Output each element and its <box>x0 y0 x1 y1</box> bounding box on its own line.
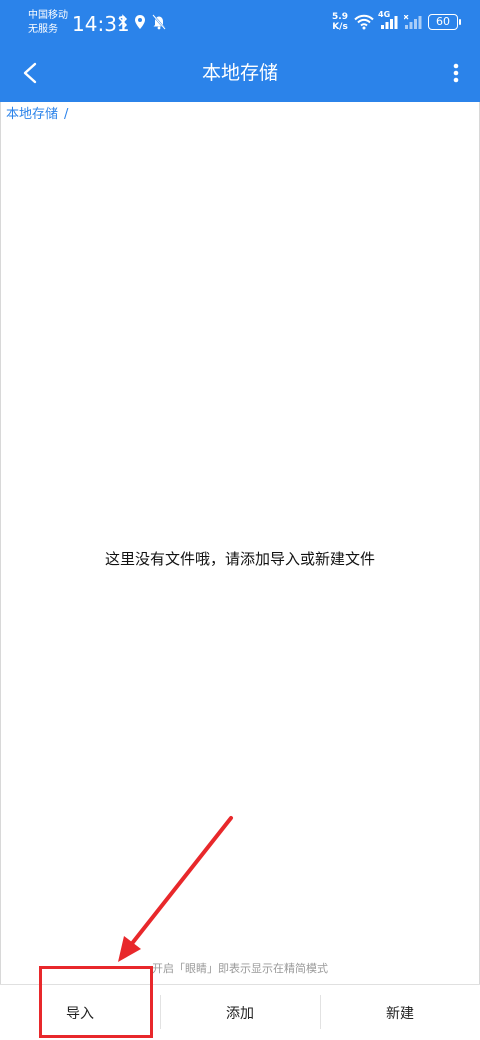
net-speed: 5.9 K/s <box>332 12 348 32</box>
status-bar: 中国移动 无服务 14:31 5.9 K/s 4G 60 <box>0 0 480 44</box>
carrier-service: 无服务 <box>28 24 58 35</box>
bottom-action-bar: 导入 添加 新建 <box>0 984 480 1040</box>
battery-indicator: 60 <box>428 14 461 30</box>
mode-hint-text: 开启「眼睛」即表示显示在精简模式 <box>152 962 328 975</box>
page-title: 本地存储 <box>201 62 278 84</box>
cellular-signal: 4G <box>378 10 398 29</box>
wifi-icon <box>354 14 374 30</box>
empty-state-message: 这里没有文件哦，请添加导入或新建文件 <box>104 550 375 568</box>
breadcrumb: 本地存储 / <box>6 106 68 124</box>
app-bar: 本地存储 <box>0 44 480 102</box>
status-icons-left <box>118 14 166 30</box>
more-vert-icon <box>453 63 459 83</box>
new-button[interactable]: 新建 <box>320 985 480 1040</box>
bell-muted-icon <box>152 14 166 30</box>
breadcrumb-root[interactable]: 本地存储 <box>6 106 58 124</box>
carrier-name: 中国移动 <box>28 10 68 21</box>
add-button[interactable]: 添加 <box>160 985 320 1040</box>
content-border-left <box>0 102 1 984</box>
location-icon <box>135 15 145 29</box>
status-icons-right: 5.9 K/s 4G 60 <box>332 10 461 32</box>
bluetooth-icon <box>118 14 128 30</box>
breadcrumb-separator: / <box>64 107 69 122</box>
network-type: 4G <box>378 10 391 19</box>
more-options-button[interactable] <box>444 57 468 89</box>
annotation-arrow <box>118 816 233 962</box>
import-button[interactable]: 导入 <box>0 985 160 1040</box>
carrier-info: 中国移动 无服务 <box>28 9 68 37</box>
signal-no-service-icon <box>404 15 422 29</box>
